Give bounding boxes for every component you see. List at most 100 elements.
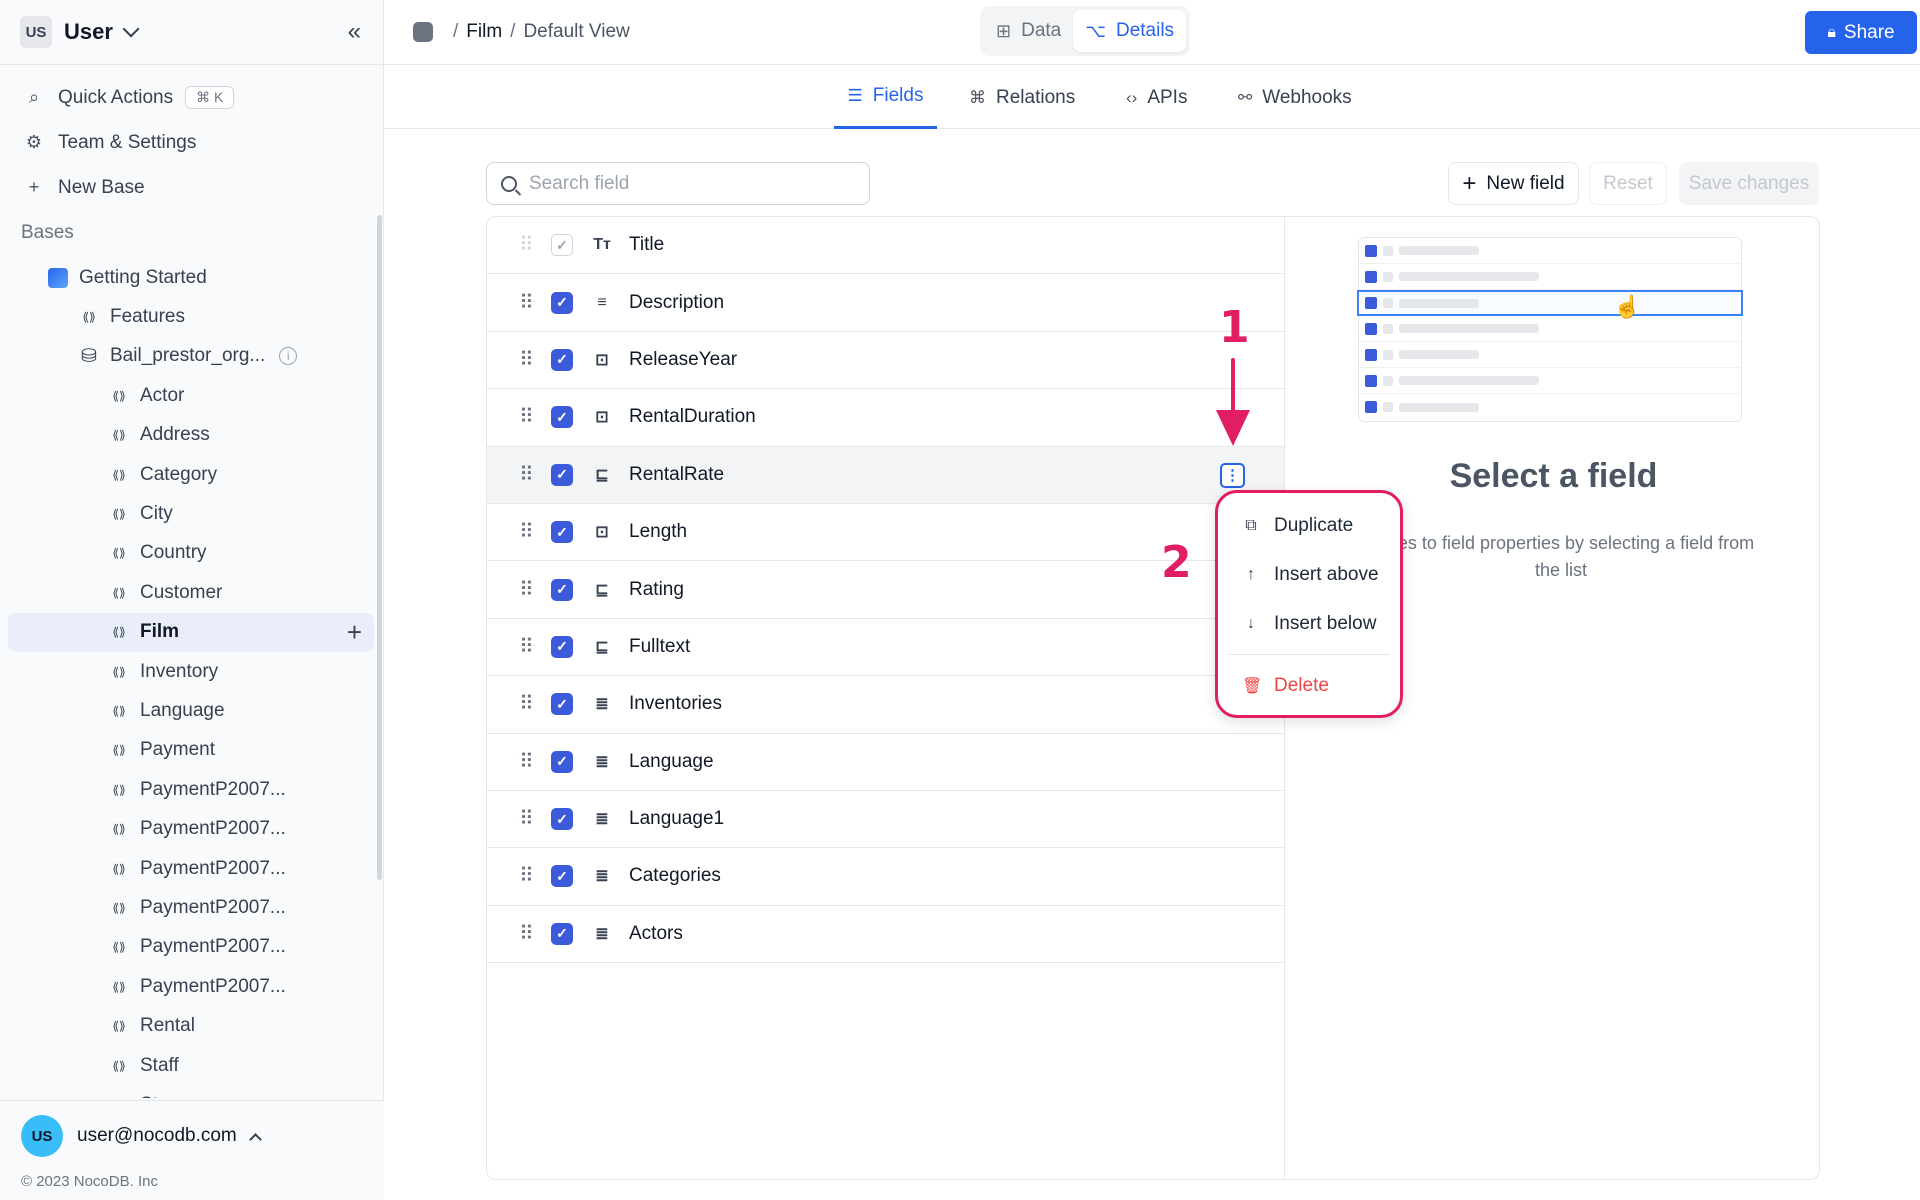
sidebar-item-table[interactable]: ⟪⟫ Film + bbox=[8, 612, 374, 652]
drag-handle-icon[interactable]: ⠿ bbox=[519, 752, 534, 772]
sidebar-item-table[interactable]: ⟪⟫ PaymentP2007... bbox=[0, 928, 384, 967]
sidebar-item-table[interactable]: ⟪⟫ City bbox=[0, 494, 384, 533]
field-row[interactable]: ⠿ ✓ ⊑ RentalRate ⋮ bbox=[487, 446, 1284, 504]
field-row[interactable]: ⠿ ✓ ≣ Inventories bbox=[487, 676, 1284, 734]
sidebar-scrollbar[interactable] bbox=[377, 215, 382, 880]
field-visibility-checkbox[interactable]: ✓ bbox=[551, 865, 573, 888]
drag-handle-icon[interactable]: ⠿ bbox=[519, 694, 534, 714]
sidebar-item-table[interactable]: ⟪⟫ Language bbox=[0, 691, 384, 730]
table-icon: ⟪⟫ bbox=[82, 310, 96, 325]
team-settings-label: Team & Settings bbox=[58, 131, 197, 153]
tab-relations[interactable]: ⌘ Relations bbox=[969, 66, 1075, 129]
grid-icon: ⊞ bbox=[996, 20, 1012, 41]
base-icon[interactable] bbox=[413, 22, 433, 42]
insert-below-menu-item[interactable]: ↓ Insert below bbox=[1218, 599, 1400, 648]
field-row[interactable]: ⠿ ✓ ≣ Language bbox=[487, 734, 1284, 791]
sidebar-item-table[interactable]: ⟪⟫ Country bbox=[0, 534, 384, 573]
drag-handle-icon[interactable]: ⠿ bbox=[519, 522, 534, 542]
field-visibility-checkbox[interactable]: ✓ bbox=[551, 348, 573, 371]
collapse-sidebar-icon[interactable]: « bbox=[348, 18, 363, 46]
new-field-button[interactable]: + New field bbox=[1448, 162, 1579, 205]
field-visibility-checkbox[interactable]: ✓ bbox=[551, 808, 573, 831]
search-input[interactable] bbox=[529, 172, 849, 195]
tab-webhooks[interactable]: ⚯ Webhooks bbox=[1238, 66, 1352, 129]
more-options-icon[interactable]: ⋮ bbox=[1220, 462, 1245, 488]
breadcrumb-view[interactable]: Default View bbox=[523, 21, 629, 43]
field-visibility-checkbox[interactable]: ✓ bbox=[551, 463, 573, 486]
quick-actions-button[interactable]: ⌕ Quick Actions ⌘ K bbox=[0, 75, 383, 120]
save-changes-button[interactable]: Save changes bbox=[1679, 162, 1819, 205]
info-icon[interactable]: i bbox=[279, 347, 298, 366]
field-visibility-checkbox[interactable]: ✓ bbox=[551, 635, 573, 658]
drag-handle-icon[interactable]: ⠿ bbox=[519, 580, 534, 600]
field-visibility-checkbox[interactable]: ✓ bbox=[551, 693, 573, 716]
sidebar-item-table[interactable]: ⟪⟫ Payment bbox=[0, 731, 384, 770]
field-visibility-checkbox[interactable]: ✓ bbox=[551, 406, 573, 429]
field-visibility-checkbox[interactable]: ✓ bbox=[551, 750, 573, 773]
team-settings-button[interactable]: ⚙ Team & Settings bbox=[0, 120, 383, 165]
field-visibility-checkbox[interactable]: ✓ bbox=[551, 291, 573, 314]
sidebar-item-table[interactable]: ⟪⟫ PaymentP2007... bbox=[0, 888, 384, 927]
sidebar-item-table[interactable]: ⟪⟫ Rental bbox=[0, 1006, 384, 1045]
field-row[interactable]: ⠿ ✓ ⊡ ReleaseYear bbox=[487, 332, 1284, 390]
drag-handle-icon[interactable]: ⠿ bbox=[519, 637, 534, 657]
sidebar-item-table[interactable]: ⟪⟫ Address bbox=[0, 416, 384, 455]
table-icon: ⟪⟫ bbox=[112, 388, 126, 403]
sidebar-item-table[interactable]: ⟪⟫ PaymentP2007... bbox=[0, 809, 384, 848]
share-button[interactable]: 🔒︎ Share bbox=[1805, 11, 1917, 54]
features-item[interactable]: ⟪⟫ Features bbox=[0, 297, 384, 336]
details-view-button[interactable]: ⌥ Details bbox=[1073, 10, 1187, 52]
sidebar-item-table[interactable]: ⟪⟫ Staff bbox=[0, 1046, 384, 1085]
workspace-avatar[interactable]: US bbox=[20, 16, 52, 48]
data-view-button[interactable]: ⊞ Data bbox=[984, 10, 1073, 52]
field-row[interactable]: ⠿ ✓ ⊑ Fulltext bbox=[487, 619, 1284, 677]
drag-handle-icon[interactable]: ⠿ bbox=[519, 809, 534, 829]
user-menu[interactable]: US user@nocodb.com bbox=[0, 1101, 384, 1157]
field-row[interactable]: ⠿ ✓ ≣ Categories bbox=[487, 848, 1284, 906]
add-view-icon[interactable]: + bbox=[347, 617, 362, 648]
sidebar-item-table[interactable]: ⟪⟫ Actor bbox=[0, 376, 384, 415]
sidebar-item-table[interactable]: ⟪⟫ PaymentP2007... bbox=[0, 770, 384, 809]
source-item[interactable]: ⛁ Bail_prestor_org... i bbox=[0, 337, 384, 376]
field-visibility-checkbox[interactable]: ✓ bbox=[551, 578, 573, 601]
drag-handle-icon[interactable]: ⠿ bbox=[519, 293, 534, 313]
sidebar-item-table[interactable]: ⟪⟫ Category bbox=[0, 455, 384, 494]
tab-apis[interactable]: ‹› APIs bbox=[1126, 66, 1187, 129]
base-getting-started[interactable]: Getting Started bbox=[0, 258, 384, 297]
field-type-icon: ≣ bbox=[595, 753, 609, 771]
field-name: Categories bbox=[629, 865, 721, 887]
field-row[interactable]: ⠿ ✓ ≡ Description bbox=[487, 274, 1284, 332]
new-base-button[interactable]: + New Base bbox=[0, 165, 383, 210]
sidebar-item-table[interactable]: ⟪⟫ Customer bbox=[0, 573, 384, 612]
field-row[interactable]: ⠿ ✓ ≣ Language1 bbox=[487, 791, 1284, 849]
breadcrumb-table[interactable]: Film bbox=[466, 21, 502, 43]
drag-handle-icon[interactable]: ⠿ bbox=[519, 350, 534, 370]
field-type-icon: ⊑ bbox=[595, 638, 609, 656]
drag-handle-icon[interactable]: ⠿ bbox=[519, 866, 534, 886]
chevron-down-icon[interactable] bbox=[122, 20, 140, 38]
field-visibility-checkbox[interactable]: ✓ bbox=[551, 521, 573, 544]
annotation-step-1: 1 bbox=[1219, 302, 1250, 353]
sidebar-item-table[interactable]: ⟪⟫ PaymentP2007... bbox=[0, 849, 384, 888]
field-row[interactable]: ⠿ ✓ ≣ Actors bbox=[487, 906, 1284, 964]
drag-handle-icon[interactable]: ⠿ bbox=[519, 407, 534, 427]
drag-handle-icon[interactable]: ⠿ bbox=[519, 465, 534, 485]
workspace-name[interactable]: User bbox=[64, 19, 113, 45]
shortcut-badge: ⌘ K bbox=[185, 86, 235, 109]
insert-above-menu-item[interactable]: ↑ Insert above bbox=[1218, 550, 1400, 599]
delete-menu-item[interactable]: 🗑︎ Delete bbox=[1218, 661, 1400, 710]
tab-fields[interactable]: ☰ Fields bbox=[834, 66, 937, 129]
search-field[interactable] bbox=[486, 162, 870, 205]
tab-fields-label: Fields bbox=[872, 85, 924, 106]
sidebar-item-table[interactable]: ⟪⟫ Inventory bbox=[0, 652, 384, 691]
sidebar-item-table[interactable]: ⟪⟫ PaymentP2007... bbox=[0, 967, 384, 1006]
table-icon: ⟪⟫ bbox=[112, 900, 126, 915]
reset-button[interactable]: Reset bbox=[1589, 162, 1667, 205]
sidebar-item-table[interactable]: ⟪⟫ Store bbox=[0, 1085, 384, 1098]
drag-handle-icon[interactable]: ⠿ bbox=[519, 924, 534, 944]
field-row[interactable]: ⠿ ✓ Tт Title bbox=[487, 217, 1284, 275]
field-visibility-checkbox[interactable]: ✓ bbox=[551, 922, 573, 945]
duplicate-menu-item[interactable]: ⧉ Duplicate bbox=[1218, 501, 1400, 550]
drag-handle-icon[interactable]: ⠿ bbox=[519, 235, 534, 255]
field-row[interactable]: ⠿ ✓ ⊡ RentalDuration bbox=[487, 389, 1284, 447]
